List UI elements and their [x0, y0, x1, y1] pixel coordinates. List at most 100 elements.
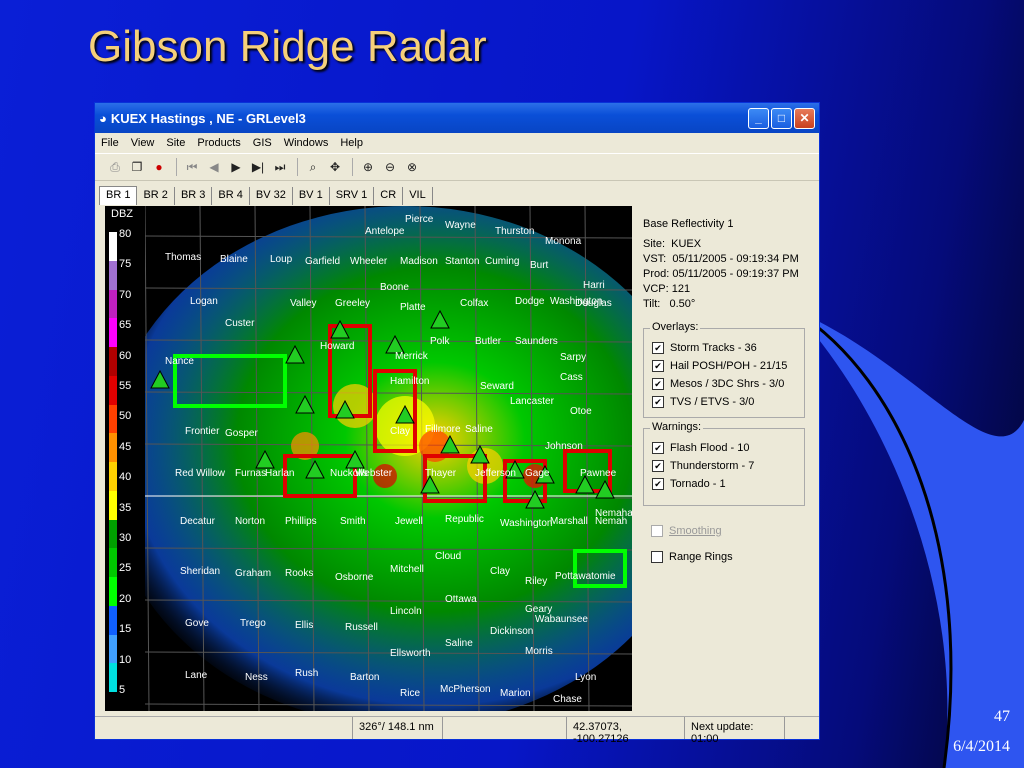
checkbox-checked-icon[interactable]: ✔: [652, 342, 664, 354]
county-label: Saunders: [515, 336, 558, 347]
county-label: Howard: [320, 341, 355, 352]
last-frame-icon[interactable]: ⏭: [270, 157, 290, 177]
overlay-mesos[interactable]: ✔ Mesos / 3DC Shrs - 3/0: [644, 375, 804, 393]
menu-file[interactable]: File: [101, 137, 119, 149]
pan-icon[interactable]: ✥: [325, 157, 345, 177]
dbz-color-segment: [109, 462, 117, 491]
toolbar: ⎙ ❐ ● ⏮ ◀ ▶ ▶| ⏭ ⌕ ✥ ⊕ ⊖ ⊗: [95, 153, 819, 181]
status-bar: 326°/ 148.1 nm 42.37073, -100.27126 Next…: [95, 716, 819, 745]
record-icon[interactable]: ●: [149, 157, 169, 177]
overlay-hail[interactable]: ✔ Hail POSH/POH - 21/15: [644, 357, 804, 375]
county-label: Red Willow: [175, 468, 226, 479]
copy-icon[interactable]: ❐: [127, 157, 147, 177]
menu-windows[interactable]: Windows: [284, 137, 329, 149]
dbz-tick-label: 55: [119, 380, 132, 392]
dbz-color-segment: [109, 289, 117, 319]
print-icon[interactable]: ⎙: [105, 157, 125, 177]
dbz-tick-label: 10: [119, 653, 132, 666]
county-label: Smith: [340, 516, 366, 527]
checkbox-checked-icon[interactable]: ✔: [652, 360, 664, 372]
overlay-tvs[interactable]: ✔ TVS / ETVS - 3/0: [644, 393, 804, 411]
menu-products[interactable]: Products: [197, 137, 240, 149]
tab-br3[interactable]: BR 3: [175, 187, 213, 205]
radar-map[interactable]: Pierce Wayne Thurston Monona Antelope Thomas B…: [105, 206, 632, 711]
county-label: Monona: [545, 236, 582, 247]
checkbox-checked-icon[interactable]: ✔: [652, 442, 664, 454]
dbz-tick-label: 30: [119, 532, 132, 544]
first-frame-icon[interactable]: ⏮: [182, 157, 202, 177]
county-label: Barton: [350, 672, 380, 683]
county-label: Garfield: [305, 256, 341, 267]
dbz-tick-label: 50: [119, 410, 132, 423]
toolbar-separator: [176, 158, 177, 176]
county-label: Nemah: [595, 516, 628, 527]
site-row: Site: KUEX: [643, 238, 701, 250]
county-label: Hamilton: [390, 376, 430, 387]
county-label: Loup: [270, 254, 293, 265]
status-empty: [95, 717, 353, 739]
dbz-legend: DBZ 80 75 70 65 60 55 50 45 40 35 30 25 20 15 10 5: [105, 206, 145, 711]
tab-bv32[interactable]: BV 32: [250, 187, 293, 205]
warnings-title: Warnings:: [650, 421, 704, 433]
step-forward-icon[interactable]: ▶|: [248, 157, 268, 177]
county-label: Mitchell: [390, 564, 424, 575]
county-label: Ellis: [295, 620, 314, 631]
county-label: McPherson: [440, 684, 491, 695]
county-label: Ness: [245, 672, 268, 683]
warning-tornado[interactable]: ✔ Tornado - 1: [644, 475, 804, 493]
menu-gis[interactable]: GIS: [253, 137, 272, 149]
tab-br4[interactable]: BR 4: [212, 187, 250, 205]
smoothing-option[interactable]: Smoothing: [643, 522, 722, 540]
play-icon[interactable]: ▶: [226, 157, 246, 177]
county-label: Republic: [445, 514, 484, 525]
tab-br1[interactable]: BR 1: [99, 186, 138, 205]
county-label: Clay: [490, 566, 511, 577]
overlay-storm-tracks[interactable]: ✔ Storm Tracks - 36: [644, 339, 804, 357]
zoom-icon[interactable]: ⌕: [303, 157, 323, 177]
warning-thunderstorm[interactable]: ✔ Thunderstorm - 7: [644, 457, 804, 475]
zoom-in-icon[interactable]: ⊕: [358, 157, 378, 177]
checkbox-checked-icon[interactable]: ✔: [652, 378, 664, 390]
zoom-reset-icon[interactable]: ⊗: [402, 157, 422, 177]
checkbox-unchecked-icon[interactable]: [651, 525, 663, 537]
county-label: Lane: [185, 670, 208, 681]
county-label: Lancaster: [510, 396, 554, 407]
menu-site[interactable]: Site: [166, 137, 185, 149]
product-name: Base Reflectivity 1: [643, 218, 734, 230]
tab-br2[interactable]: BR 2: [137, 187, 175, 205]
overlay-label: Hail POSH/POH - 21/15: [670, 360, 788, 372]
checkbox-checked-icon[interactable]: ✔: [652, 478, 664, 490]
county-label: Rice: [400, 688, 421, 699]
radar-app-icon: ◕: [99, 110, 107, 126]
range-rings-option[interactable]: Range Rings: [643, 548, 733, 566]
minimize-button[interactable]: _: [748, 107, 769, 129]
checkbox-checked-icon[interactable]: ✔: [652, 460, 664, 472]
checkbox-unchecked-icon[interactable]: [651, 551, 663, 563]
tab-srv1[interactable]: SRV 1: [330, 187, 375, 205]
dbz-tick-label: 60: [119, 349, 132, 362]
step-back-icon[interactable]: ◀: [204, 157, 224, 177]
warning-flash-flood[interactable]: ✔ Flash Flood - 10: [644, 439, 804, 457]
tab-cr[interactable]: CR: [374, 187, 404, 205]
county-label: Butler: [475, 336, 502, 347]
county-label: Lyon: [575, 672, 597, 683]
county-label: Pottawatomie: [555, 571, 616, 582]
county-label: Washington: [500, 518, 553, 529]
close-button[interactable]: ✕: [794, 107, 815, 129]
window-titlebar[interactable]: ◕ KUEX Hastings , NE - GRLevel3 _ □ ✕: [95, 103, 819, 133]
county-label: Pawnee: [580, 468, 617, 479]
tab-vil[interactable]: VIL: [403, 187, 433, 205]
menu-help[interactable]: Help: [340, 137, 363, 149]
county-label: Russell: [345, 622, 378, 633]
site-value: KUEX: [671, 238, 702, 250]
maximize-button[interactable]: □: [771, 107, 792, 129]
county-label: Gosper: [225, 428, 258, 439]
status-coords: 42.37073, -100.27126: [567, 717, 685, 745]
menu-view[interactable]: View: [131, 137, 155, 149]
county-label: Valley: [290, 298, 317, 309]
county-label: Burt: [530, 260, 549, 271]
checkbox-checked-icon[interactable]: ✔: [652, 396, 664, 408]
tab-bv1[interactable]: BV 1: [293, 187, 330, 205]
zoom-out-icon[interactable]: ⊖: [380, 157, 400, 177]
county-label: Jefferson: [475, 468, 516, 479]
